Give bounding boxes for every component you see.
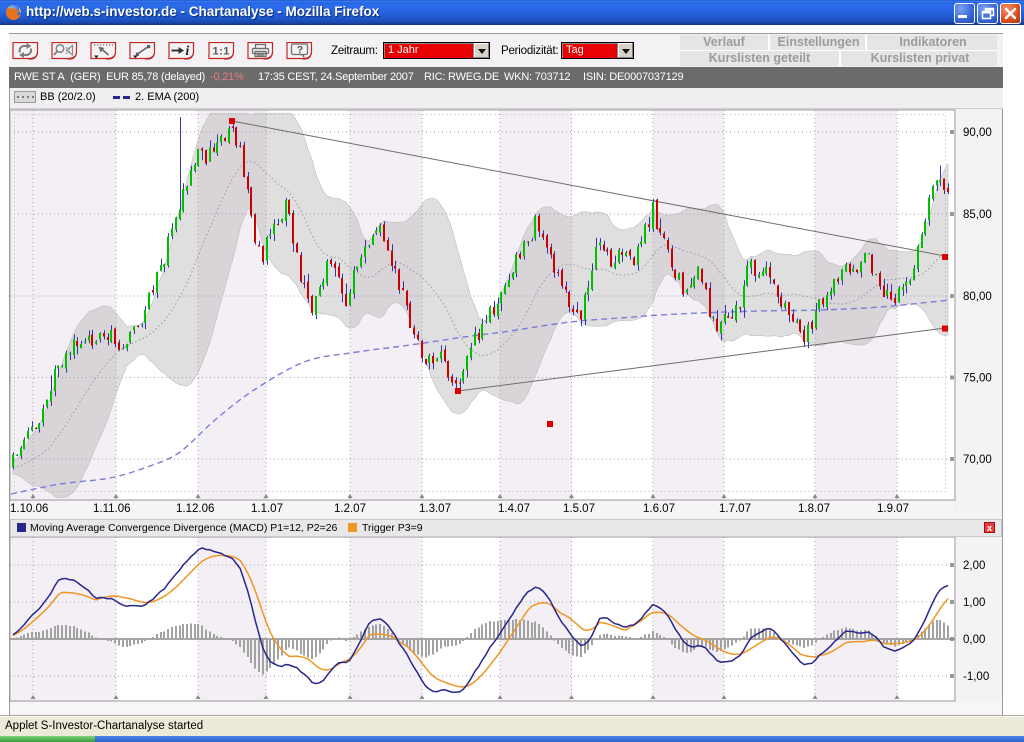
svg-text:1.12.06: 1.12.06 xyxy=(176,503,214,515)
svg-text:1.11.06: 1.11.06 xyxy=(93,503,131,515)
svg-text:0,00: 0,00 xyxy=(963,634,985,646)
svg-text:1.6.07: 1.6.07 xyxy=(643,503,675,515)
svg-text:1.2.07: 1.2.07 xyxy=(334,503,366,515)
svg-text:1.5.07: 1.5.07 xyxy=(563,503,595,515)
svg-text:70,00: 70,00 xyxy=(963,454,992,466)
svg-text:85,00: 85,00 xyxy=(963,209,992,221)
svg-text:1.1.07: 1.1.07 xyxy=(251,503,283,515)
svg-text:80,00: 80,00 xyxy=(963,291,992,303)
svg-text:1.9.07: 1.9.07 xyxy=(877,503,909,515)
svg-text:1.10.06: 1.10.06 xyxy=(10,503,48,515)
svg-text:1.8.07: 1.8.07 xyxy=(798,503,830,515)
svg-text:90,00: 90,00 xyxy=(963,127,992,139)
svg-text:75,00: 75,00 xyxy=(963,373,992,385)
svg-text:1.3.07: 1.3.07 xyxy=(419,503,451,515)
svg-text:1.7.07: 1.7.07 xyxy=(719,503,751,515)
svg-text:-1,00: -1,00 xyxy=(963,671,989,683)
svg-text:1.4.07: 1.4.07 xyxy=(498,503,530,515)
svg-text:1,00: 1,00 xyxy=(963,597,985,609)
svg-text:2,00: 2,00 xyxy=(963,560,985,572)
